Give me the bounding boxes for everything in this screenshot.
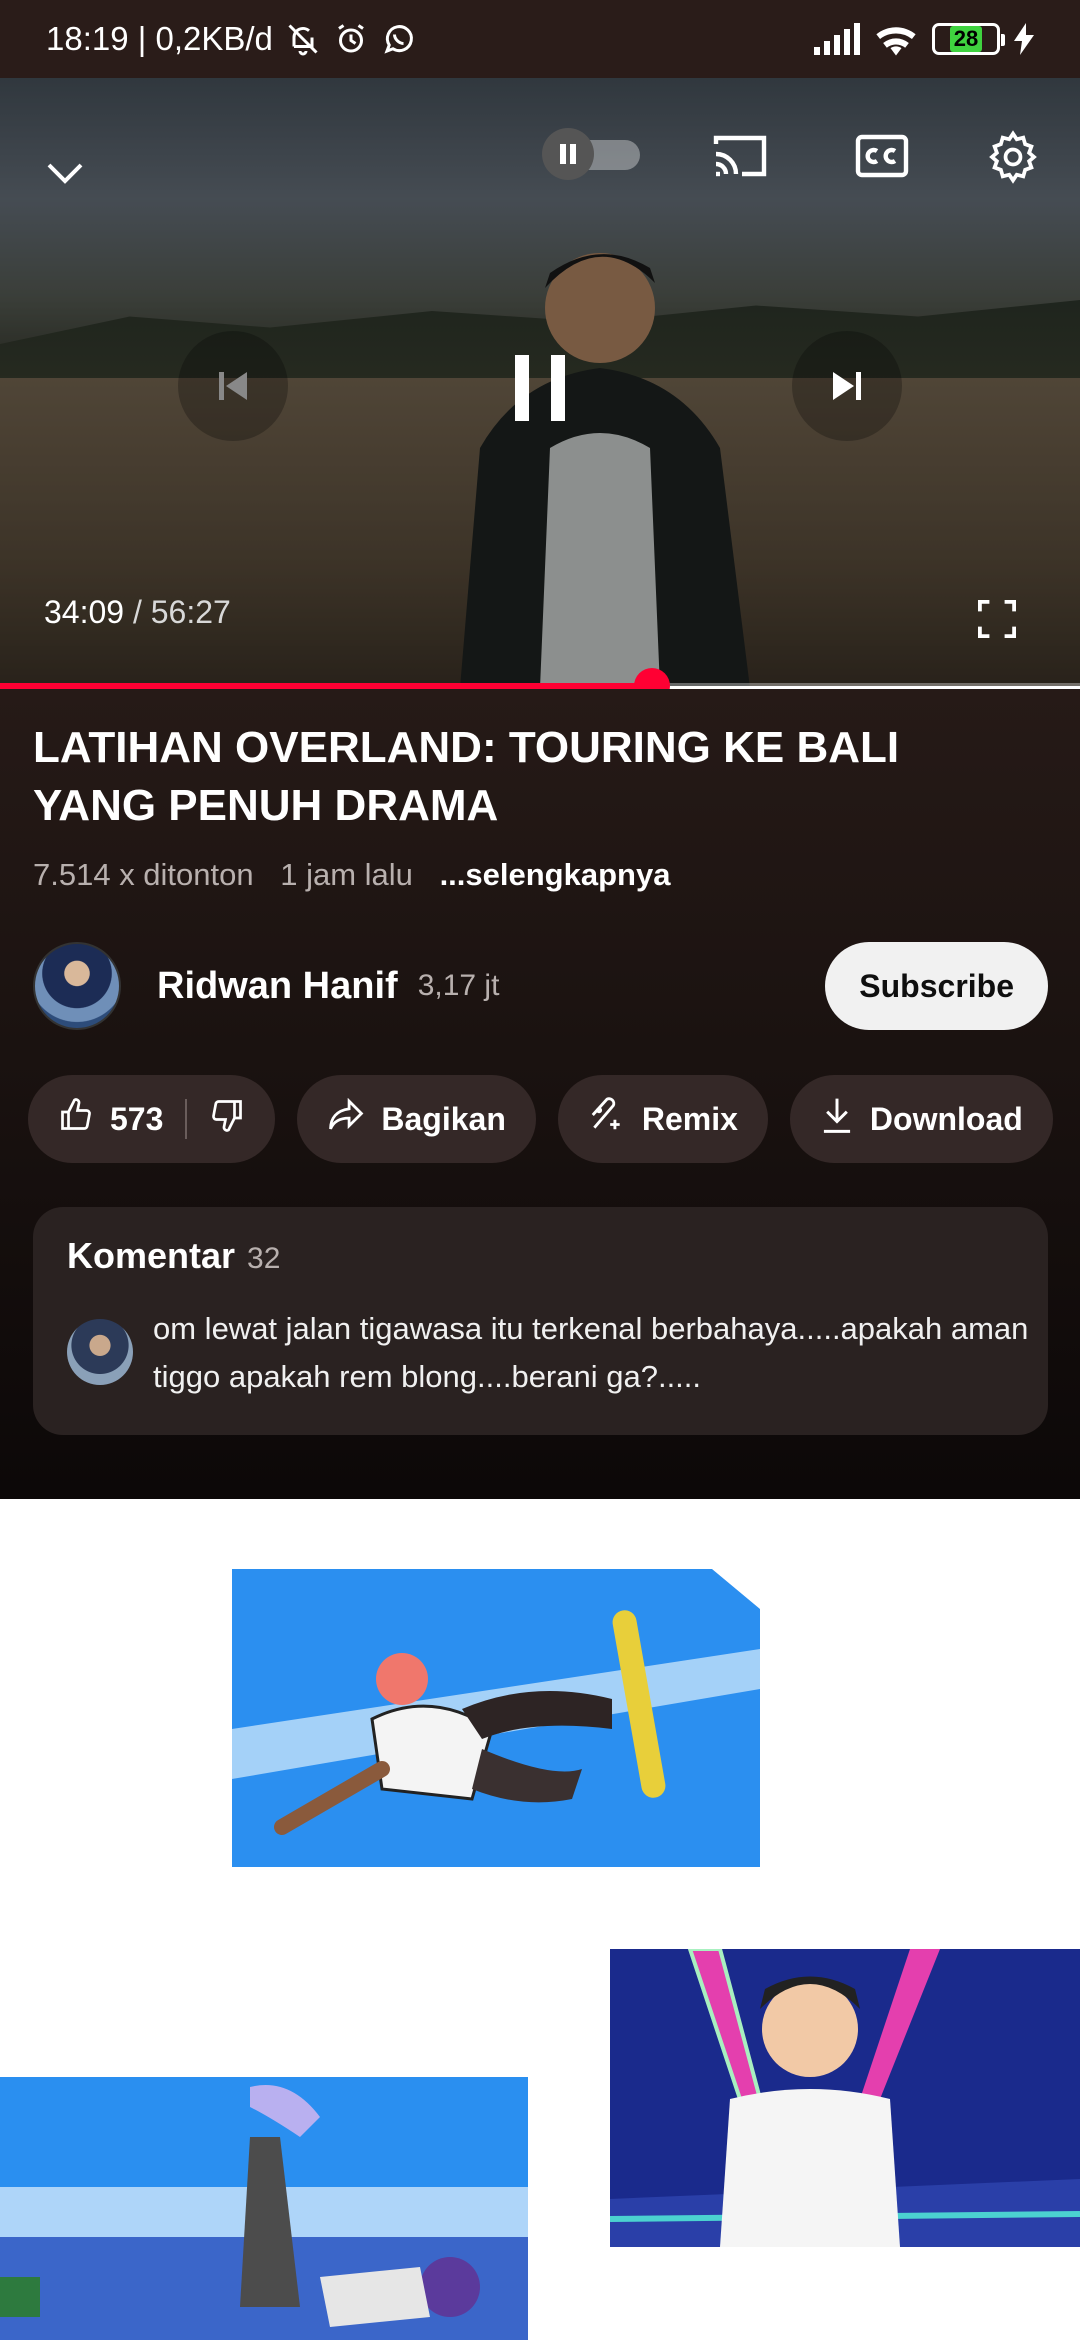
autoplay-toggle[interactable] xyxy=(540,126,644,182)
settings-icon[interactable] xyxy=(978,122,1048,192)
dancer-illustration xyxy=(610,1949,1080,2247)
breakdancer-illustration xyxy=(0,2077,528,2340)
upload-age: 1 jam lalu xyxy=(280,857,413,892)
show-more-link[interactable]: ...selengkapnya xyxy=(440,857,671,892)
download-button[interactable]: Download xyxy=(789,1075,1053,1163)
previous-icon[interactable] xyxy=(178,331,288,441)
remix-label: Remix xyxy=(641,1100,738,1137)
top-comment-text: om lewat jalan tigawasa itu terkenal ber… xyxy=(153,1311,1029,1394)
duration: 56:27 xyxy=(150,594,231,630)
video-title[interactable]: LATIHAN OVERLAND: TOURING KE BALI YANG P… xyxy=(33,719,1033,835)
thumbs-up-icon[interactable] xyxy=(58,1097,94,1141)
wifi-icon xyxy=(874,22,918,56)
alarm-icon xyxy=(333,21,369,57)
video-info-panel: LATIHAN OVERLAND: TOURING KE BALI YANG P… xyxy=(0,689,1080,1499)
comments-label: Komentar xyxy=(67,1235,236,1276)
action-bar: 573 Bagikan Remix Download xyxy=(28,1075,1053,1163)
share-label: Bagikan xyxy=(381,1100,506,1137)
skater-illustration xyxy=(232,1569,760,1867)
charging-icon xyxy=(1014,23,1034,55)
signal-icon xyxy=(814,23,860,55)
thumbs-down-icon[interactable] xyxy=(209,1097,245,1141)
download-icon xyxy=(820,1097,854,1141)
status-time: 18:19 | 0,2KB/d xyxy=(46,20,273,57)
like-divider xyxy=(185,1099,188,1139)
pause-icon[interactable] xyxy=(480,328,600,448)
share-button[interactable]: Bagikan xyxy=(297,1075,536,1163)
remix-icon xyxy=(588,1096,626,1142)
comment-count: 32 xyxy=(247,1242,281,1275)
like-dislike-group: 573 xyxy=(28,1075,276,1163)
comments-card[interactable]: Komentar 32 om lewat jalan tigawasa itu t… xyxy=(33,1207,1048,1435)
fullscreen-icon[interactable] xyxy=(966,588,1028,650)
video-player[interactable]: 34:09 / 56:27 xyxy=(0,78,1080,686)
view-count: 7.514 x ditonton xyxy=(33,857,254,892)
time-separator: / xyxy=(124,594,151,630)
channel-avatar[interactable] xyxy=(33,942,121,1030)
share-icon xyxy=(327,1097,365,1140)
video-meta[interactable]: 7.514 x ditonton 1 jam lalu ...selengkap… xyxy=(33,857,688,893)
whatsapp-icon xyxy=(381,21,417,57)
remix-button[interactable]: Remix xyxy=(557,1075,768,1163)
like-count[interactable]: 573 xyxy=(110,1101,163,1138)
current-time: 34:09 xyxy=(44,594,125,630)
captions-icon[interactable] xyxy=(846,126,918,186)
subscriber-count: 3,17 jt xyxy=(417,969,500,1002)
notifications-off-icon xyxy=(285,21,321,57)
time-display: 34:09 / 56:27 xyxy=(44,594,231,631)
status-bar: 18:19 | 0,2KB/d 28 xyxy=(0,0,1080,78)
commenter-avatar xyxy=(67,1319,133,1385)
chevron-down-icon[interactable] xyxy=(22,140,108,206)
download-label: Download xyxy=(869,1100,1023,1137)
cast-icon[interactable] xyxy=(702,126,778,186)
next-icon[interactable] xyxy=(792,331,902,441)
comments-header: Komentar 32 xyxy=(67,1235,280,1277)
battery-level: 28 xyxy=(949,26,983,52)
ad-banner[interactable] xyxy=(0,1499,1080,2340)
channel-row[interactable]: Ridwan Hanif 3,17 jt Subscribe xyxy=(33,941,1048,1031)
channel-name[interactable]: Ridwan Hanif xyxy=(157,965,398,1008)
battery-icon: 28 xyxy=(932,23,1005,55)
subscribe-button[interactable]: Subscribe xyxy=(825,942,1048,1030)
